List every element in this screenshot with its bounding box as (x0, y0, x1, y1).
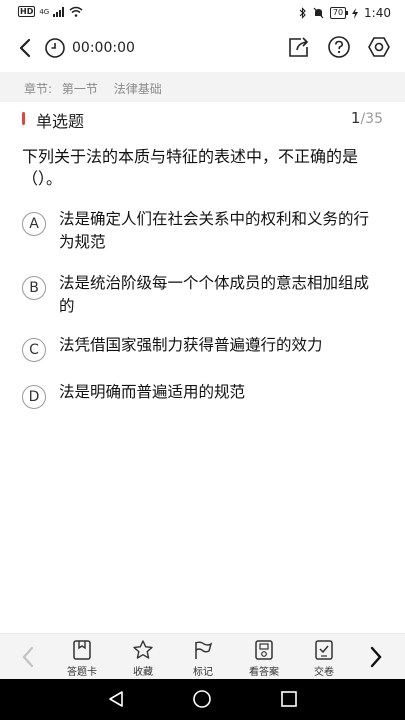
settings-icon[interactable] (367, 35, 391, 59)
favorite-label: 收藏 (133, 667, 153, 678)
chapter-prefix: 章节: (24, 82, 53, 96)
back-arrow-icon[interactable] (16, 36, 36, 60)
network-type: 4G (39, 7, 50, 16)
question-total: /35 (360, 111, 383, 127)
mark-button[interactable]: 标记 (178, 639, 228, 678)
option-b-letter[interactable]: B (22, 276, 46, 300)
prev-question-icon[interactable] (18, 644, 38, 670)
clock-icon (45, 38, 65, 58)
top-header: 00:00:00 (0, 28, 405, 70)
answer-sheet-icon (73, 640, 91, 660)
option-a-letter[interactable]: A (22, 212, 46, 236)
option-d[interactable]: D 法是明确而普遍适用的规范 (22, 381, 392, 409)
star-icon (133, 640, 153, 659)
submit-button[interactable]: 交卷 (299, 639, 349, 678)
view-answer-button[interactable]: 看答案 (239, 639, 289, 678)
option-c-letter[interactable]: C (22, 338, 46, 362)
signal-icon (53, 6, 65, 17)
answer-sheet-button[interactable]: 答题卡 (57, 639, 107, 678)
option-b[interactable]: B 法是统治阶级每一个个体成员的意志相加组成的 (22, 272, 392, 318)
system-nav-bar (0, 679, 405, 720)
share-icon[interactable] (287, 35, 311, 59)
option-b-text[interactable]: 法是统治阶级每一个个体成员的意志相加组成的 (59, 272, 384, 318)
question-text: 下列关于法的本质与特征的表述中，不正确的是（）。 (22, 147, 359, 188)
accent-bar (22, 112, 25, 125)
question-type-row: 单选题 1/35 (0, 106, 405, 132)
option-c[interactable]: C 法凭借国家强制力获得普遍遵行的效力 (22, 334, 392, 362)
nav-back-icon[interactable] (106, 689, 126, 709)
option-c-text[interactable]: 法凭借国家强制力获得普遍遵行的效力 (59, 334, 384, 357)
timer-value: 00:00:00 (72, 40, 135, 56)
mark-label: 标记 (193, 667, 213, 678)
view-answer-label: 看答案 (249, 667, 279, 678)
status-time: 1:40 (364, 6, 391, 20)
chapter-section: 第一节 (61, 82, 98, 96)
favorite-button[interactable]: 收藏 (118, 639, 168, 678)
chapter-topic: 法律基础 (113, 82, 162, 96)
next-question-icon[interactable] (366, 644, 386, 670)
option-d-text[interactable]: 法是明确而普遍适用的规范 (59, 381, 384, 404)
nav-recents-icon[interactable] (279, 689, 299, 709)
question-type-label: 单选题 (36, 112, 85, 131)
question-counter: 1/35 (351, 109, 383, 127)
exam-timer: 00:00:00 (44, 37, 135, 59)
wifi-icon (69, 6, 83, 17)
submit-label: 交卷 (314, 667, 334, 678)
option-d-letter[interactable]: D (22, 385, 46, 409)
flag-icon (195, 641, 213, 659)
answer-sheet-label: 答题卡 (67, 667, 97, 678)
mute-icon (313, 7, 324, 19)
option-a-text[interactable]: 法是确定人们在社会关系中的权利和义务的行为规范 (59, 208, 384, 254)
chapter-breadcrumb: 章节: 第一节 法律基础 (0, 72, 405, 102)
help-icon[interactable] (327, 35, 351, 59)
bluetooth-icon (299, 7, 306, 19)
hd-badge: HD (18, 6, 36, 17)
nav-home-icon[interactable] (192, 689, 212, 709)
charging-icon (352, 7, 359, 19)
option-a[interactable]: A 法是确定人们在社会关系中的权利和义务的行为规范 (22, 208, 392, 254)
bottom-toolbar: 答题卡 收藏 标记 看答案 交卷 (0, 633, 405, 679)
view-answer-icon (255, 640, 273, 660)
submit-icon (315, 640, 333, 660)
battery-indicator: 70 (329, 7, 349, 19)
status-bar: HD 4G 70 1:40 (0, 0, 405, 28)
